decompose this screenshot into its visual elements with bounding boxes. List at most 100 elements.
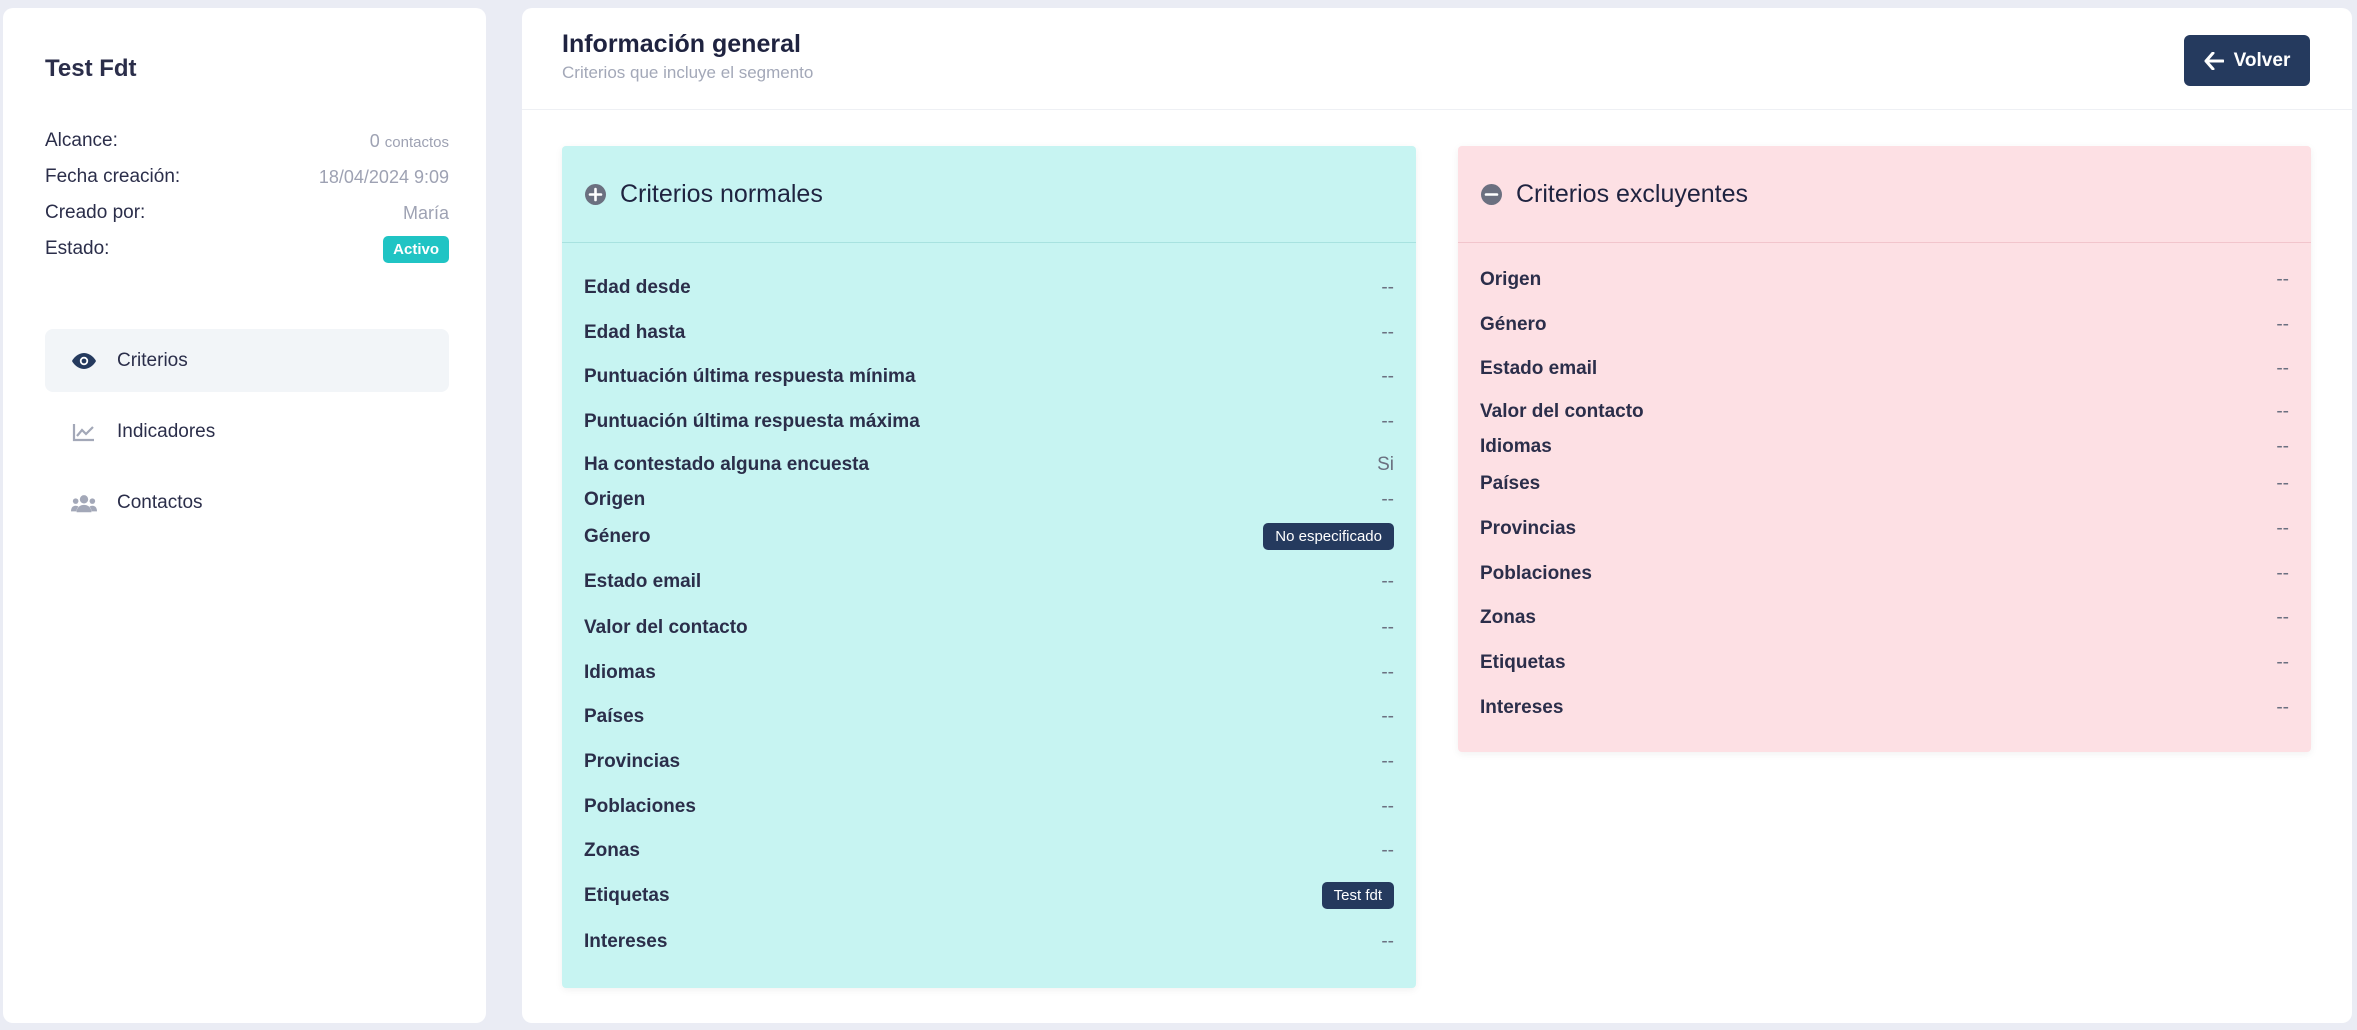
criteria-row: Origen -- [584, 486, 1394, 514]
criteria-row: Valor del contacto -- [584, 605, 1394, 650]
criteria-label: Etiquetas [1480, 651, 1566, 673]
criteria-value: -- [2276, 358, 2289, 379]
criteria-value: -- [1381, 321, 1394, 343]
criteria-row: Países -- [584, 695, 1394, 739]
eye-icon [71, 350, 97, 372]
criteria-value: -- [1381, 795, 1394, 817]
tag-badge: Test fdt [1321, 882, 1394, 909]
criteria-row: Poblaciones -- [1480, 551, 2289, 596]
criteria-row: Puntuación última respuesta mínima -- [584, 355, 1394, 399]
criteria-row: Intereses -- [584, 918, 1394, 966]
normal-criteria-header: Criterios normales [562, 146, 1416, 243]
criteria-value: -- [2276, 562, 2289, 584]
info-label: Creado por: [45, 202, 146, 223]
info-value: 0 contactos [370, 131, 449, 152]
status-badge: Activo [383, 235, 449, 263]
plus-circle-icon [585, 183, 606, 205]
criteria-value: -- [1381, 706, 1394, 727]
criteria-label: Edad hasta [584, 321, 686, 343]
info-label: Alcance: [45, 130, 118, 151]
criteria-row: Etiquetas -- [1480, 640, 2289, 685]
criteria-row: Origen -- [1480, 258, 2289, 302]
criteria-value: Si [1377, 454, 1394, 475]
criteria-value: -- [1381, 410, 1394, 432]
criteria-row: Edad hasta -- [584, 310, 1394, 355]
card-title: Criterios normales [620, 179, 823, 208]
sidebar-item-criterios[interactable]: Criterios [45, 329, 449, 392]
criteria-label: Idiomas [584, 661, 656, 683]
criteria-row: Idiomas -- [584, 650, 1394, 695]
card-title: Criterios excluyentes [1516, 179, 1749, 208]
arrow-left-icon [2204, 51, 2224, 70]
segment-title: Test Fdt [45, 55, 137, 82]
criteria-value: -- [1381, 840, 1394, 861]
reach-unit: contactos [384, 133, 449, 151]
sidebar-item-indicadores[interactable]: Indicadores [45, 400, 449, 463]
criteria-value: -- [1381, 931, 1394, 952]
criteria-label: Ha contestado alguna encuesta [584, 454, 870, 475]
chart-line-icon [71, 421, 97, 443]
info-label: Estado: [45, 238, 110, 259]
info-value: 18/04/2024 9:09 [318, 166, 449, 187]
criteria-row: Países -- [1480, 461, 2289, 506]
criteria-row: Idiomas -- [1480, 433, 2289, 461]
criteria-label: Etiquetas [584, 884, 670, 906]
criteria-value: -- [1381, 571, 1394, 592]
criteria-row: Valor del contacto -- [1480, 391, 2289, 433]
criteria-value: -- [2276, 517, 2289, 539]
criteria-label: Zonas [1480, 607, 1536, 628]
criteria-label: Valor del contacto [1480, 401, 1644, 422]
reach-count: 0 [369, 130, 380, 151]
segment-info: Alcance: 0 contactos Fecha creación: 18/… [45, 123, 449, 267]
sidebar-item-contactos[interactable]: Contactos [45, 471, 449, 534]
minus-circle-icon [1481, 183, 1502, 205]
criteria-value: -- [1381, 616, 1394, 638]
criteria-label: Valor del contacto [584, 616, 748, 638]
sidebar: Test Fdt Alcance: 0 contactos Fecha crea… [3, 8, 486, 1023]
criteria-label: Puntuación última respuesta mínima [584, 366, 916, 387]
criteria-label: Edad desde [584, 277, 691, 298]
criteria-label: Estado email [584, 571, 702, 592]
criteria-label: Provincias [1480, 517, 1577, 539]
criteria-label: Estado email [1480, 358, 1598, 379]
normal-criteria-card: Criterios normales Edad desde -- Edad has… [562, 146, 1416, 988]
excluding-criteria-card: Criterios excluyentes Origen -- Género -- … [1458, 146, 2311, 752]
criteria-label: Poblaciones [584, 795, 696, 817]
criteria-row: Intereses -- [1480, 685, 2289, 730]
criteria-label: Puntuación última respuesta máxima [584, 410, 920, 432]
sidebar-item-label: Criterios [117, 349, 188, 371]
info-row-creado: Creado por: María [45, 195, 449, 231]
back-button-label: Volver [2233, 49, 2291, 71]
normal-criteria-list: Edad desde -- Edad hasta -- Puntuación últ… [562, 243, 1416, 966]
criteria-value: -- [2276, 651, 2289, 673]
criteria-label: Países [1480, 472, 1541, 494]
criteria-row: Provincias -- [1480, 506, 2289, 551]
main-panel: Información general Criterios que incluy… [522, 8, 2352, 1023]
excluding-criteria-list: Origen -- Género -- Estado email -- Valor d… [1458, 243, 2311, 730]
back-button[interactable]: Volver [2184, 35, 2310, 86]
criteria-label: Género [584, 525, 651, 547]
criteria-row: Puntuación última respuesta máxima -- [584, 399, 1394, 444]
criteria-row: Provincias -- [584, 739, 1394, 784]
info-value: María [402, 202, 449, 223]
excluding-criteria-header: Criterios excluyentes [1458, 146, 2311, 243]
criteria-label: Origen [584, 489, 646, 510]
sidebar-nav: Criterios Indicadores Contactos [45, 329, 449, 542]
criteria-label: Intereses [584, 931, 668, 952]
criteria-row: Género -- [1480, 302, 2289, 347]
users-icon [71, 492, 97, 514]
criteria-label: Género [1480, 313, 1547, 335]
criteria-value: -- [1381, 661, 1394, 683]
criteria-value: -- [2276, 401, 2289, 422]
criteria-value: -- [1381, 366, 1394, 387]
criteria-value: -- [2276, 696, 2289, 718]
info-row-fecha: Fecha creación: 18/04/2024 9:09 [45, 159, 449, 195]
criteria-row: Estado email -- [584, 559, 1394, 605]
criteria-label: Poblaciones [1480, 562, 1592, 584]
criteria-row: Edad desde -- [584, 266, 1394, 310]
criteria-value: -- [2276, 313, 2289, 335]
criteria-value: -- [2276, 472, 2289, 494]
page-subtitle: Criterios que incluye el segmento [562, 63, 814, 82]
criteria-label: Provincias [584, 750, 681, 772]
criteria-row: Zonas -- [584, 829, 1394, 873]
